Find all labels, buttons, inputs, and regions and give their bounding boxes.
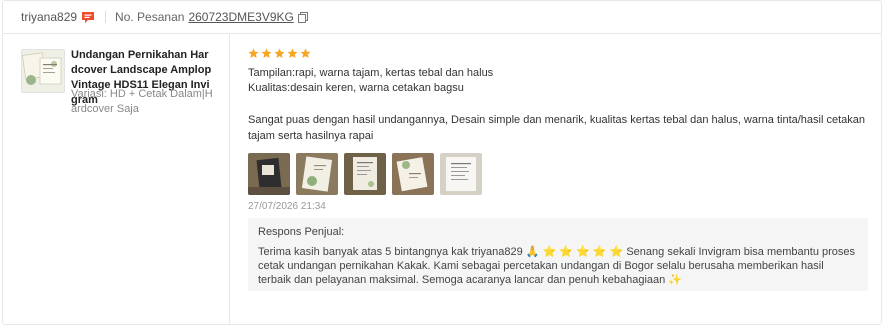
chat-icon[interactable] xyxy=(81,11,95,24)
star-icon xyxy=(261,48,272,58)
review-card: triyana829 No. Pesanan 260723DME3V9KG Un… xyxy=(2,0,882,325)
star-icon xyxy=(248,48,259,58)
review-photo[interactable] xyxy=(296,153,338,195)
seller-reply: Respons Penjual: Terima kasih banyak ata… xyxy=(248,218,868,291)
review-photo[interactable] xyxy=(248,153,290,195)
product-column: Undangan Pernikahan Hardcover Landscape … xyxy=(3,34,230,324)
product-thumbnail[interactable] xyxy=(21,49,65,93)
product-variant: Variasi: HD + Cetak Dalam|Hardcover Saja xyxy=(71,88,213,115)
review-photo[interactable] xyxy=(344,153,386,195)
review-date: 27/07/2026 21:34 xyxy=(248,201,326,212)
star-icon xyxy=(300,48,311,58)
order-number-link[interactable]: 260723DME3V9KG xyxy=(188,10,293,24)
seller-reply-text: Terima kasih banyak atas 5 bintangnya ka… xyxy=(258,246,856,286)
review-header: triyana829 No. Pesanan 260723DME3V9KG xyxy=(3,1,881,34)
review-photo[interactable] xyxy=(440,153,482,195)
aspect-appearance: Tampilan:rapi, warna tajam, kertas tebal… xyxy=(248,67,494,79)
seller-reply-title: Respons Penjual: xyxy=(258,226,345,238)
review-photo[interactable] xyxy=(392,153,434,195)
star-icon xyxy=(274,48,285,58)
review-content: Tampilan:rapi, warna tajam, kertas tebal… xyxy=(248,34,868,324)
aspect-quality: Kualitas:desain keren, warna cetakan bag… xyxy=(248,82,464,94)
review-comment: Sangat puas dengan hasil undangannya, De… xyxy=(248,114,866,142)
review-photos xyxy=(248,153,482,195)
copy-icon[interactable] xyxy=(297,11,308,23)
star-icon xyxy=(287,48,298,58)
header-divider xyxy=(105,11,107,23)
order-label: No. Pesanan xyxy=(115,10,185,24)
rating-stars xyxy=(248,48,311,59)
buyer-name[interactable]: triyana829 xyxy=(21,10,77,24)
